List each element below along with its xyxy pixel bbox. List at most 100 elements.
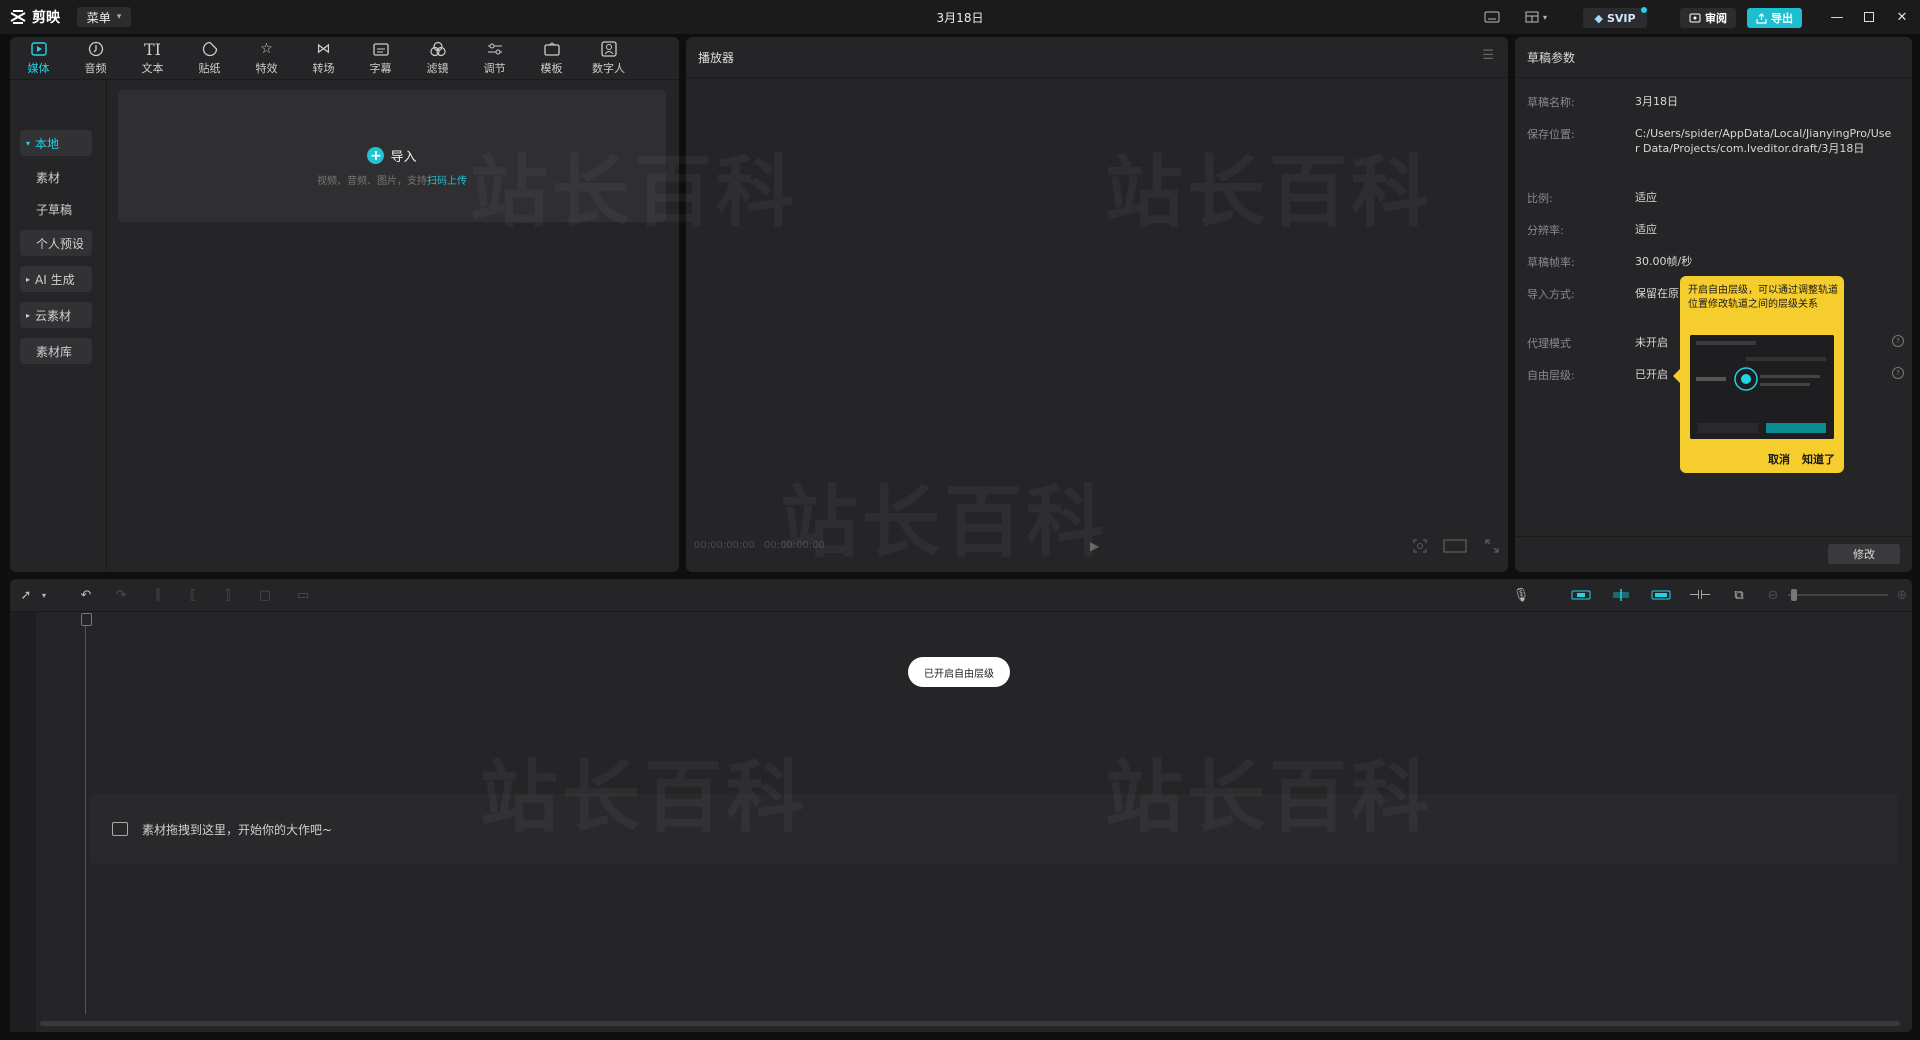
zoom-slider-handle[interactable] [1791,589,1797,601]
tab-effects[interactable]: ☆ 特效 [238,37,295,79]
zoom-slider-track[interactable] [1788,594,1888,596]
sidebar-item-label: 素材库 [36,344,73,359]
param-value-resolution: 适应 [1635,223,1657,236]
linkage-icon[interactable] [1650,587,1672,603]
split-left-icon[interactable]: ⟦ [185,587,201,603]
chevron-down-icon: ▾ [116,12,122,22]
tooltip-preview-image [1690,335,1834,439]
tab-media[interactable]: 媒体 [10,37,67,79]
tab-filter[interactable]: 滤镜 [409,37,466,79]
sidebar-item-library[interactable]: 素材库 [20,338,92,364]
param-label: 比例: [1527,192,1553,205]
playhead-line[interactable] [85,614,86,1014]
help-icon[interactable]: ? [1892,335,1904,347]
sidebar-item-local[interactable]: ▾ 本地 [20,130,92,156]
tab-digital-human[interactable]: 数字人 [580,37,637,79]
zoom-in-icon[interactable]: ⊕ [1894,587,1910,603]
minimize-icon[interactable]: — [1828,8,1846,26]
fullscreen-icon[interactable] [1485,539,1499,557]
tab-label: 贴纸 [198,61,221,75]
app-logo: 剪映 [10,7,60,27]
scan-upload-link[interactable]: 扫码上传 [427,176,467,187]
aspect-ratio-icon[interactable] [1443,539,1467,557]
maximize-icon[interactable] [1860,8,1878,26]
screenshot-icon[interactable] [1413,539,1427,557]
modify-button[interactable]: 修改 [1828,544,1900,564]
export-icon [1756,12,1767,24]
redo-icon[interactable]: ↷ [113,587,129,603]
timeline-scrollbar[interactable] [40,1021,1900,1026]
tooltip-ok-button[interactable]: 知道了 [1802,451,1835,467]
param-value-path: C:/Users/spider/AppData/Local/JianyingPr… [1635,127,1892,155]
hamburger-icon[interactable]: ☰ [1482,48,1494,63]
effects-icon: ☆ [260,41,273,57]
sidebar-item-label: 个人预设 [36,236,85,251]
crop-icon[interactable]: ▭ [295,587,311,603]
main-track-magnet-icon[interactable] [1570,587,1592,603]
digital-human-icon [600,41,618,58]
layout-icon[interactable]: ▾ [1521,8,1551,26]
tab-transition[interactable]: ⋈ 转场 [295,37,352,79]
media-tabs: 媒体 音频 TI 文本 贴纸 ☆ 特效 ⋈ 转场 字幕 滤镜 调节 模板 数字人 [10,37,679,79]
watermark: 站长百科 [470,130,798,242]
tab-subtitle[interactable]: 字幕 [352,37,409,79]
close-icon[interactable]: ✕ [1893,8,1911,26]
split-icon[interactable]: ⫿ [150,587,166,603]
shortcut-icon[interactable] [1483,8,1501,26]
param-value-fps: 30.00帧/秒 [1635,255,1693,268]
sidebar-item-ai[interactable]: ▸ AI 生成 [20,266,92,292]
auto-snap-icon[interactable] [1610,587,1632,603]
app-name: 剪映 [32,10,60,26]
watermark: 站长百科 [1105,735,1433,847]
sidebar-item-material[interactable]: 素材 [20,164,92,190]
tooltip-arrow [1673,369,1680,383]
playhead-handle[interactable] [81,613,92,626]
sticker-icon [201,41,219,58]
help-icon[interactable]: ? [1892,367,1904,379]
preview-axis-icon[interactable]: ⊣⊢ [1689,587,1712,603]
window-title: 3月18日 [936,11,984,25]
param-label: 草稿名称: [1527,96,1575,109]
sidebar-item-presets[interactable]: 个人预设 [20,230,92,256]
tab-label: 音频 [84,61,107,75]
undo-icon[interactable]: ↶ [78,587,94,603]
svip-button[interactable]: ◆ SVIP [1583,8,1647,28]
tab-sticker[interactable]: 贴纸 [181,37,238,79]
microphone-icon[interactable]: 🎙 [1513,587,1530,603]
import-label: 导入 [390,150,417,165]
sidebar-item-cloud[interactable]: ▸ 云素材 [20,302,92,328]
chevron-down-icon[interactable]: ▾ [36,587,52,603]
param-label: 保存位置: [1527,128,1575,141]
plus-icon: + [367,147,385,164]
review-label: 审阅 [1705,12,1727,25]
import-hint-text: 视频、音频、图片，支持 [317,176,427,187]
export-button[interactable]: 导出 [1747,8,1802,28]
tab-text[interactable]: TI 文本 [124,37,181,79]
current-timecode: 00:00:00:00 [694,540,756,551]
player-header: 播放器 ☰ [686,37,1508,78]
param-label: 代理模式 [1527,337,1571,350]
params-footer: 修改 [1515,536,1912,573]
review-button[interactable]: 审阅 [1680,8,1736,28]
transition-icon: ⋈ [316,41,331,57]
tab-template[interactable]: 模板 [523,37,580,79]
param-label: 分辨率: [1527,224,1564,237]
tooltip-text: 开启自由层级，可以通过调整轨道位置修改轨道之间的层级关系 [1688,285,1838,310]
caret-right-icon: ▸ [26,274,31,284]
media-icon [30,41,48,58]
tab-audio[interactable]: 音频 [67,37,124,79]
tooltip-cancel-button[interactable]: 取消 [1768,451,1790,467]
menu-button[interactable]: 菜单 ▾ [77,7,131,27]
split-right-icon[interactable]: ⟧ [220,587,236,603]
delete-icon[interactable]: ▢ [257,587,273,603]
zoom-out-icon[interactable]: ⊖ [1765,587,1781,603]
media-panel: 媒体 音频 TI 文本 贴纸 ☆ 特效 ⋈ 转场 字幕 滤镜 调节 模板 数字人… [10,37,679,573]
main-track-dropzone[interactable]: 素材拖拽到这里，开始你的大作吧~ [90,794,1898,864]
audio-icon [87,41,105,58]
caret-right-icon: ▸ [26,310,31,320]
select-cursor-icon[interactable]: ➚ [18,587,34,603]
fit-timeline-icon[interactable]: ⧉ [1731,587,1747,603]
tab-adjust[interactable]: 调节 [466,37,523,79]
chevron-down-icon: ▾ [1542,12,1547,22]
sidebar-item-subdraft[interactable]: 子草稿 [20,196,92,222]
